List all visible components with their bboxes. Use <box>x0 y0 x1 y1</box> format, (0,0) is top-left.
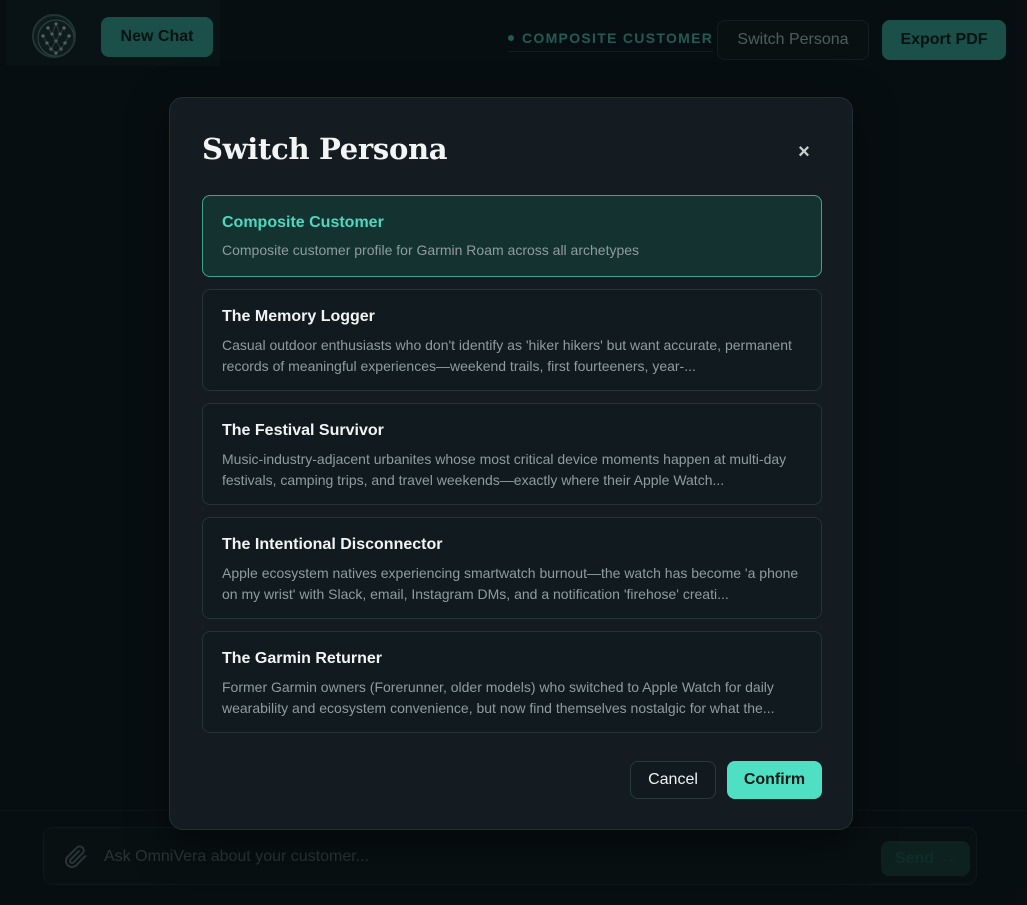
persona-name: The Garmin Returner <box>222 650 383 667</box>
persona-description: Casual outdoor enthusiasts who don't ide… <box>222 337 792 374</box>
persona-option-memory-logger[interactable]: The Memory Logger Casual outdoor enthusi… <box>202 289 822 391</box>
persona-description: Composite customer profile for Garmin Ro… <box>222 242 640 258</box>
persona-description: Apple ecosystem natives experiencing sma… <box>222 565 799 602</box>
persona-option-garmin-returner[interactable]: The Garmin Returner Former Garmin owners… <box>202 631 822 733</box>
persona-name: The Festival Survivor <box>222 422 384 439</box>
dialog-title: Switch Persona <box>202 132 448 166</box>
persona-option-composite-customer[interactable]: Composite Customer Composite customer pr… <box>202 195 822 277</box>
close-icon[interactable]: × <box>790 138 818 166</box>
persona-option-intentional-disconnector[interactable]: The Intentional Disconnector Apple ecosy… <box>202 517 822 619</box>
confirm-button[interactable]: Confirm <box>727 761 822 799</box>
persona-name: Composite Customer <box>222 214 384 231</box>
switch-persona-dialog: Switch Persona × Composite Customer Comp… <box>169 97 853 830</box>
persona-name: The Intentional Disconnector <box>222 536 443 553</box>
persona-description: Music-industry-adjacent urbanites whose … <box>222 451 787 488</box>
persona-option-festival-survivor[interactable]: The Festival Survivor Music-industry-adj… <box>202 403 822 505</box>
cancel-button[interactable]: Cancel <box>630 761 716 799</box>
persona-description: Former Garmin owners (Forerunner, older … <box>222 679 775 716</box>
persona-name: The Memory Logger <box>222 308 375 325</box>
